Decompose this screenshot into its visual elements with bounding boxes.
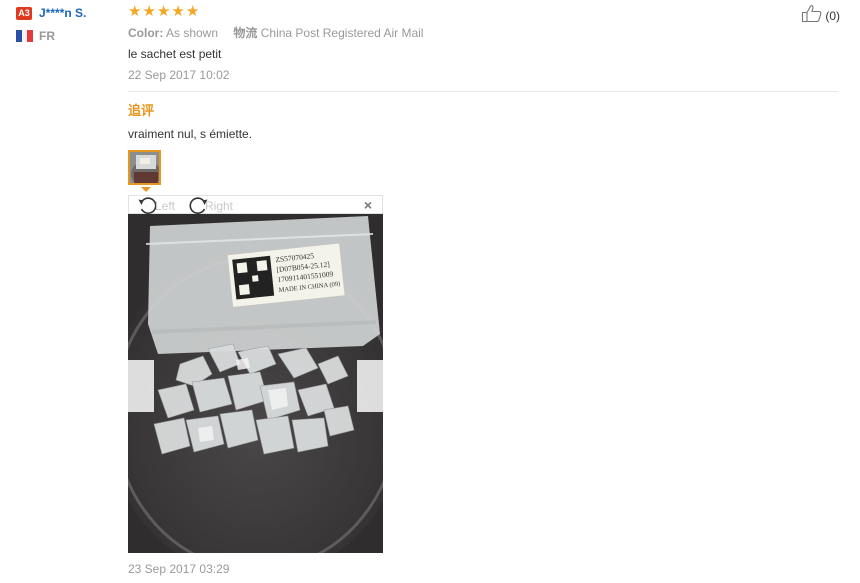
review-photo: ZS57070425 [D07B054-25.12] 1709114015510… (128, 214, 383, 553)
close-viewer-button[interactable]: × (364, 197, 372, 213)
star-rating: ★ ★ ★ ★ ★ (128, 4, 199, 19)
star-icon: ★ (185, 3, 200, 20)
star-icon: ★ (156, 3, 171, 20)
previous-image-button[interactable] (128, 360, 154, 412)
shipping-value: China Post Registered Air Mail (260, 26, 424, 40)
thumbs-up-icon (802, 4, 822, 23)
thumbnail-image (130, 152, 159, 183)
review-date: 22 Sep 2017 10:02 (128, 68, 230, 82)
star-icon: ★ (142, 3, 156, 20)
reviewer-country: FR (16, 29, 116, 43)
next-image-button[interactable] (357, 360, 383, 412)
reviewer-row: A3 J****n S. (16, 5, 116, 21)
star-icon: ★ (171, 3, 185, 20)
viewer-toolbar: Left Right × (128, 195, 383, 214)
rotate-right-label: Right (205, 198, 234, 213)
helpful-count: (0) (825, 9, 840, 23)
rotate-right-button[interactable]: Right (187, 196, 233, 215)
followup-text: vraiment nul, s émiette. (128, 127, 253, 141)
reviewer-name[interactable]: J****n S. (39, 6, 86, 20)
divider (128, 91, 838, 92)
rotate-left-button[interactable]: Left (137, 196, 175, 215)
review-text: le sachet est petit (128, 47, 222, 61)
color-label: Color: (128, 26, 164, 40)
france-flag-icon (16, 30, 34, 42)
star-icon: ★ (128, 3, 142, 20)
shipping-label: 物流 (233, 26, 258, 40)
rotate-left-label: Left (155, 198, 176, 213)
photo-thumbnail[interactable] (128, 150, 161, 185)
order-attributes: Color: As shown 物流 China Post Registered… (128, 24, 423, 41)
photo-image: ZS57070425 [D07B054-25.12] 1709114015510… (128, 214, 383, 553)
helpful-button[interactable]: (0) (801, 4, 840, 23)
level-badge: A3 (16, 6, 32, 20)
image-viewer: Left Right × ZS57070425 [D07B054-25.12] … (128, 195, 383, 553)
followup-date: 23 Sep 2017 03:29 (128, 562, 230, 576)
reviewer-info: A3 J****n S. FR (16, 5, 116, 43)
country-code: FR (39, 29, 55, 43)
followup-label: 追评 (128, 103, 155, 118)
thumbnail-pointer (141, 187, 151, 192)
color-value: As shown (166, 26, 219, 40)
